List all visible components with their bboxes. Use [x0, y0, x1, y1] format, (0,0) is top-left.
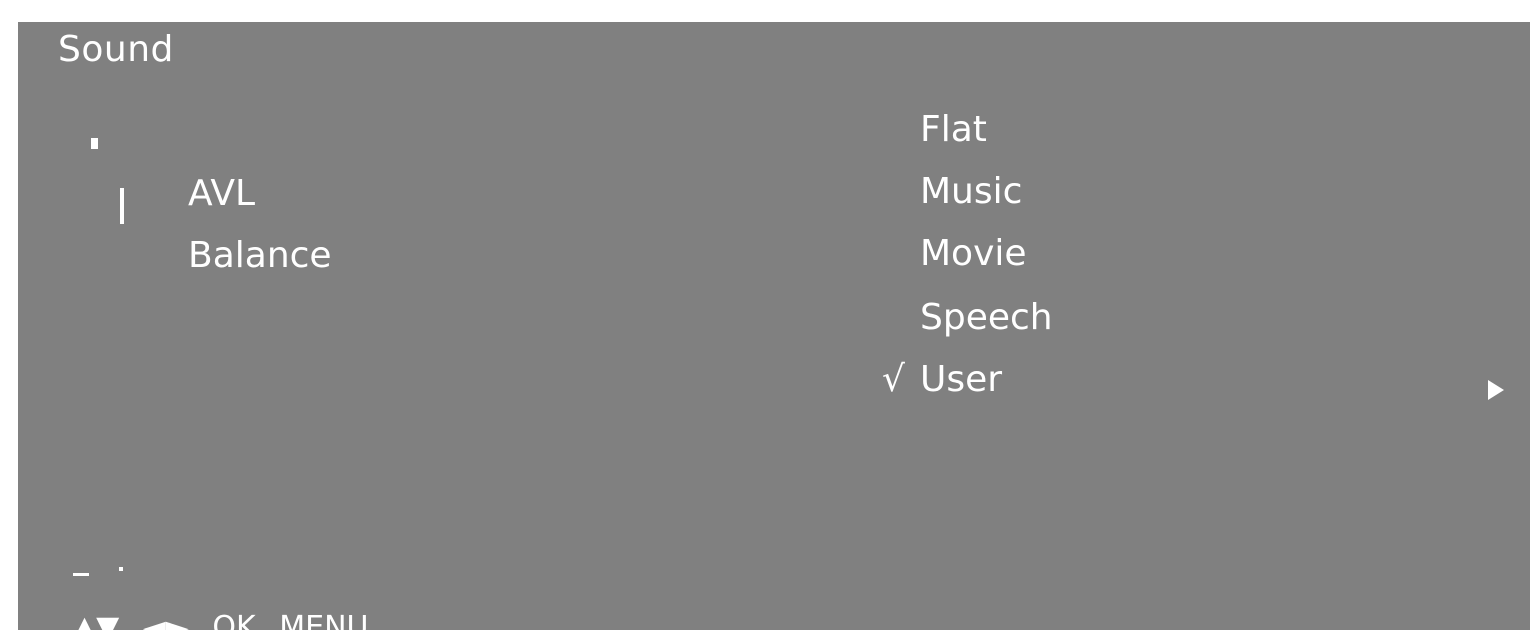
selection-bar-icon [120, 188, 124, 224]
ok-hint: OK [212, 610, 256, 630]
left-right-arrows-icon: ◄► [142, 610, 189, 630]
sound-osd-panel: Sound AVL Balance Flat Music Movie Speec… [18, 22, 1530, 630]
menu-marker-icon [91, 138, 98, 149]
option-label: Movie [920, 233, 1027, 274]
option-label: Music [920, 171, 1023, 212]
menu-item-balance[interactable]: Balance [188, 234, 332, 278]
osd-title: Sound [58, 29, 174, 70]
arrow-right-icon[interactable] [1488, 380, 1504, 400]
footer-dash-icon [73, 573, 89, 576]
footer-dot-icon [119, 567, 123, 571]
menu-hint: MENU [279, 610, 369, 630]
option-label: User [920, 359, 1003, 400]
option-label: Speech [920, 297, 1053, 338]
up-down-arrows-icon: ▲▼ [73, 610, 120, 630]
menu-item-avl[interactable]: AVL [188, 172, 255, 216]
navigation-hints: ▲▼ ◄► OK MENU [73, 608, 383, 630]
tv-screen: Sound AVL Balance Flat Music Movie Speec… [0, 0, 1530, 630]
checkmark-icon: √ [882, 359, 905, 400]
option-label: Flat [920, 109, 987, 150]
